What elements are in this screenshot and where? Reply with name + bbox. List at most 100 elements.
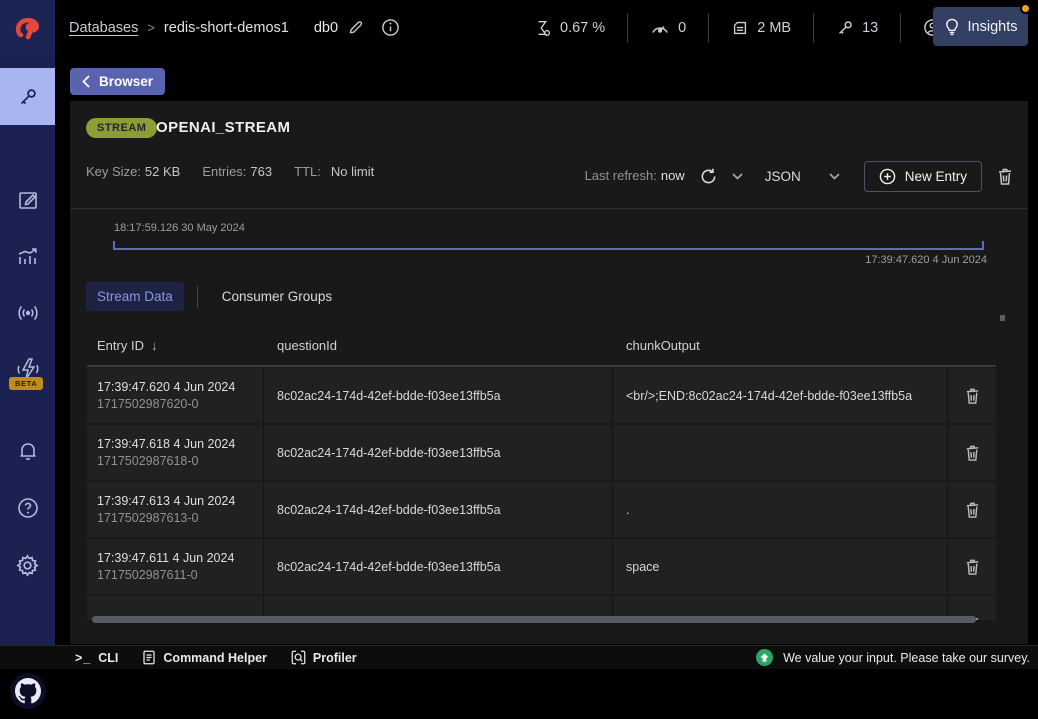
sidebar-item-browser[interactable] [0,68,55,125]
metric-commands-value: 0 [678,20,686,36]
delete-entry-button[interactable] [964,501,981,519]
delete-entry-button[interactable] [964,444,981,462]
insights-button[interactable]: Insights [933,7,1028,46]
tab-stream-data[interactable]: Stream Data [86,282,184,311]
question-id-value: 8c02ac24-174d-42ef-bdde-f03ee13ffb5a [277,389,612,403]
cli-label: CLI [98,651,118,665]
profiler-label: Profiler [313,651,357,665]
column-header-entry-id[interactable]: Entry ID ↓ [87,338,264,353]
gauge-icon [650,19,670,37]
survey-message: We value your input. Please take our sur… [783,651,1030,665]
format-selected-value: JSON [765,169,801,184]
horizontal-scrollbar[interactable] [92,616,976,623]
key-meta-row: Key Size:52 KB Entries:763 TTL:No limit [86,164,374,179]
trash-icon [964,558,981,576]
github-icon [10,673,46,709]
stream-tabs: Stream Data Consumer Groups [86,282,343,311]
key-icon [836,19,854,37]
sidebar-item-github[interactable] [0,663,55,719]
table-row[interactable]: 17:39:47.618 4 Jun 20241717502987618-0 8… [87,425,996,480]
question-id-value: 8c02ac24-174d-42ef-bdde-f03ee13ffb5a [277,446,612,460]
delete-entry-button[interactable] [964,387,981,405]
analytics-icon [15,245,40,269]
key-size: Key Size:52 KB [86,164,180,179]
metric-cpu-value: 0.67 % [560,20,605,36]
entry-time: 17:39:47.618 4 Jun 2024 [97,437,263,451]
tab-divider [197,286,198,308]
sidebar-item-analysis[interactable] [0,229,55,285]
breadcrumb: Databases > redis-short-demos1 db0 [69,0,400,55]
insights-label: Insights [968,19,1018,35]
metric-commands: 0 [628,19,708,37]
profiler-search-icon [291,650,306,665]
table-row[interactable]: 17:39:47.611 4 Jun 20241717502987611-0 8… [87,539,996,594]
chunk-output-value: . [626,503,947,517]
trash-icon [964,387,981,405]
key-name: OPENAI_STREAM [156,119,290,136]
key-controls: Last refresh:now JSON New Entry [585,156,1014,196]
key-ttl[interactable]: TTL:No limit [294,164,374,179]
delete-entry-button[interactable] [964,558,981,576]
format-dropdown[interactable]: JSON [765,169,840,184]
chevron-down-icon [829,173,840,180]
pubsub-icon [15,302,41,324]
metric-keys: 13 [814,19,900,37]
top-bar: Databases > redis-short-demos1 db0 0.67 … [0,0,1038,55]
sidebar-item-pubsub[interactable] [0,285,55,341]
sidebar-item-notifications[interactable] [0,423,55,479]
refresh-button[interactable] [699,167,718,186]
timeline-end-label: 17:39:47.620 4 Jun 2024 [865,254,987,266]
chunk-output-value: space [626,560,947,574]
table-row[interactable]: 17:39:47.620 4 Jun 20241717502987620-0 8… [87,368,996,423]
column-header-questionid: questionId [264,338,613,353]
memory-card-icon [731,19,749,37]
sidebar-item-workbench[interactable] [0,172,55,228]
key-details-panel: STREAM OPENAI_STREAM Key Size:52 KB Entr… [70,101,1028,644]
command-helper-button[interactable]: Command Helper [142,650,267,665]
database-info-icon[interactable] [381,18,400,37]
edit-alias-icon[interactable] [347,19,364,36]
question-id-value: 8c02ac24-174d-42ef-bdde-f03ee13ffb5a [277,503,612,517]
sidebar-item-settings[interactable] [0,537,55,593]
breadcrumb-databases-link[interactable]: Databases [69,20,138,36]
insights-notification-dot [1020,3,1031,14]
sort-desc-icon: ↓ [151,338,158,353]
trash-icon [964,444,981,462]
db-metrics: 0.67 % 0 2 MB 13 4 [512,0,980,55]
profiler-button[interactable]: Profiler [291,650,357,665]
key-entries: Entries:763 [202,164,272,179]
refresh-options-chevron-icon[interactable] [732,173,743,180]
database-alias: db0 [314,20,338,36]
entry-id: 1717502987613-0 [97,511,263,525]
browser-back-label: Browser [99,74,153,89]
redis-logo-icon [11,11,45,45]
tab-consumer-groups[interactable]: Consumer Groups [211,282,343,311]
key-icon [16,85,40,109]
breadcrumb-separator: > [147,20,155,35]
timeline-range-bar[interactable] [113,241,984,250]
metric-cpu: 0.67 % [512,19,627,37]
workbench-icon [16,188,40,212]
entry-time: 17:39:47.611 4 Jun 2024 [97,551,263,565]
column-header-chunkoutput: chunkOutput [613,338,948,353]
stream-table-body: 17:39:47.620 4 Jun 20241717502987620-0 8… [87,368,996,620]
browser-back-button[interactable]: Browser [70,68,165,95]
delete-key-button[interactable] [996,167,1014,186]
survey-link[interactable]: We value your input. Please take our sur… [756,649,1030,666]
lightbulb-icon [944,18,960,36]
entry-id: 1717502987611-0 [97,568,263,582]
key-type-badge: STREAM [86,118,157,138]
redis-logo[interactable] [0,0,55,55]
table-row[interactable]: 17:39:47.613 4 Jun 20241717502987613-0 8… [87,482,996,537]
chunk-output-value: <br/>;END:8c02ac24-174d-42ef-bdde-f03ee1… [626,389,947,403]
entry-id: 1717502987620-0 [97,397,263,411]
sidebar-item-help[interactable] [0,480,55,536]
cli-button[interactable]: >_ CLI [75,651,118,665]
gear-icon [15,553,40,578]
trash-icon [964,501,981,519]
new-entry-label: New Entry [905,169,967,184]
metric-memory-value: 2 MB [757,20,791,36]
vertical-scrollbar-thumb[interactable] [1000,315,1005,321]
new-entry-button[interactable]: New Entry [864,161,982,192]
plus-circle-icon [879,168,896,185]
